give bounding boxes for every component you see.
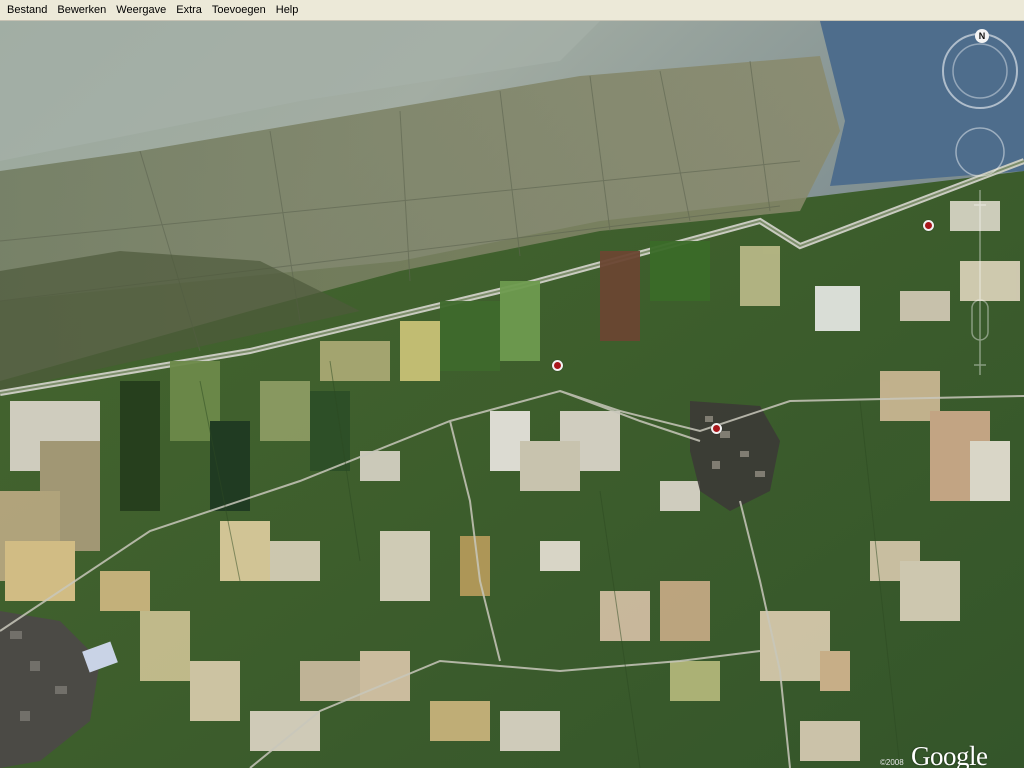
earth-3d-view[interactable]: N ©2008 Google (0, 21, 1024, 768)
satellite-imagery (0, 21, 1024, 768)
placemark-pin[interactable] (552, 360, 563, 371)
menu-help[interactable]: Help (271, 2, 304, 18)
google-logo: Google (911, 741, 988, 768)
north-indicator[interactable]: N (975, 29, 989, 43)
menu-weergave[interactable]: Weergave (111, 2, 171, 18)
menu-bewerken[interactable]: Bewerken (52, 2, 111, 18)
compass-ring-icon[interactable] (942, 33, 1018, 109)
menu-extra[interactable]: Extra (171, 2, 207, 18)
menu-bestand[interactable]: Bestand (2, 2, 52, 18)
placemark-pin[interactable] (711, 423, 722, 434)
placemark-pin[interactable] (923, 220, 934, 231)
zoom-slider-icon[interactable] (971, 190, 989, 375)
navigation-control[interactable] (938, 30, 1024, 390)
look-joystick-icon[interactable] (955, 127, 1005, 177)
menu-toevoegen[interactable]: Toevoegen (207, 2, 271, 18)
navigation-control-graphic (942, 33, 1018, 375)
menu-bar: Bestand Bewerken Weergave Extra Toevoege… (0, 0, 1024, 21)
copyright-text: ©2008 (880, 758, 904, 767)
